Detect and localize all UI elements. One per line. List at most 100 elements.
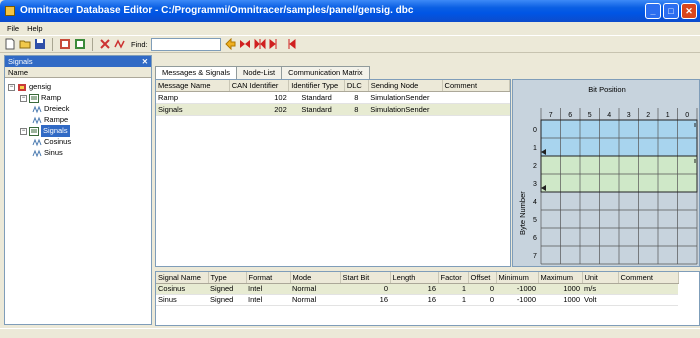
cell-start-bit[interactable]: 0	[340, 283, 390, 295]
cell-type[interactable]: Signed	[208, 294, 246, 306]
col-dlc[interactable]: DLC	[344, 80, 369, 92]
table-row[interactable]: Ramp 102 Standard 8 SimulationSender	[156, 91, 510, 104]
signal-icon	[32, 149, 42, 158]
bit-label: 6	[568, 112, 572, 119]
cell-factor[interactable]: 1	[438, 294, 468, 306]
col-mode[interactable]: Mode	[290, 272, 341, 284]
col-comment[interactable]: Comment	[442, 80, 510, 92]
toolbar-separator	[92, 37, 93, 51]
find-next-icon[interactable]	[269, 38, 281, 50]
table-row[interactable]: Cosinus Signed Intel Normal 0 16 1 0 -10…	[156, 283, 678, 295]
new-file-icon[interactable]	[4, 38, 16, 50]
cell-unit[interactable]: m/s	[582, 283, 618, 295]
cell-minimum[interactable]: -1000	[496, 294, 538, 306]
col-signal-name[interactable]: Signal Name	[156, 272, 209, 284]
cell-offset[interactable]: 0	[468, 294, 496, 306]
table-row[interactable]: Sinus Signed Intel Normal 16 16 1 0 -100…	[156, 294, 678, 306]
col-type[interactable]: Type	[208, 272, 247, 284]
cell-comment[interactable]	[442, 91, 510, 104]
close-button[interactable]: ✕	[681, 3, 697, 19]
col-start-bit[interactable]: Start Bit	[340, 272, 391, 284]
col-message-name[interactable]: Message Name	[156, 80, 230, 92]
collapse-toggle-icon[interactable]: −	[8, 83, 15, 91]
cell-length[interactable]: 16	[390, 283, 438, 295]
delete-signal-icon[interactable]	[114, 38, 126, 50]
signals-tree-pane: Signals ✕ Name − gensig − Ramp Dreieck Rampe −…	[4, 55, 152, 325]
cell-identifier-type[interactable]: Standard	[288, 91, 345, 104]
collapse-toggle-icon[interactable]: −	[20, 127, 27, 135]
pane-title: Signals	[8, 57, 33, 66]
tab-messages-signals[interactable]: Messages & Signals	[155, 66, 237, 80]
cell-unit[interactable]: Volt	[582, 294, 618, 306]
col-length[interactable]: Length	[390, 272, 439, 284]
col-unit[interactable]: Unit	[582, 272, 619, 284]
col-factor[interactable]: Factor	[438, 272, 469, 284]
toolbar-separator	[52, 37, 53, 51]
col-minimum[interactable]: Minimum	[496, 272, 539, 284]
cell-offset[interactable]: 0	[468, 283, 496, 295]
tree-column-header[interactable]: Name	[5, 67, 151, 78]
bit-label: 3	[627, 112, 631, 119]
menu-file[interactable]: File	[3, 22, 23, 35]
find-label: Find:	[131, 39, 148, 49]
cell-message-name[interactable]: Signals	[156, 103, 230, 116]
cell-can-identifier[interactable]: 102	[229, 91, 289, 104]
save-icon[interactable]	[34, 38, 46, 50]
cell-dlc[interactable]: 8	[344, 103, 369, 116]
open-folder-icon[interactable]	[19, 38, 31, 50]
cell-maximum[interactable]: 1000	[538, 294, 582, 306]
maximize-button[interactable]: □	[663, 3, 679, 19]
cell-comment[interactable]	[618, 283, 678, 295]
cell-signal-name[interactable]: Sinus	[156, 294, 208, 306]
cell-identifier-type[interactable]: Standard	[288, 103, 345, 116]
cell-length[interactable]: 16	[390, 294, 438, 306]
cell-signal-name[interactable]: Cosinus	[156, 283, 208, 295]
col-identifier-type[interactable]: Identifier Type	[288, 80, 345, 92]
col-format[interactable]: Format	[246, 272, 291, 284]
cell-format[interactable]: Intel	[246, 294, 290, 306]
cell-maximum[interactable]: 1000	[538, 283, 582, 295]
close-icon[interactable]: ✕	[142, 56, 148, 67]
cell-comment[interactable]	[618, 294, 678, 306]
col-maximum[interactable]: Maximum	[538, 272, 583, 284]
cell-comment[interactable]	[442, 103, 510, 116]
tree-item-sinus[interactable]: Sinus	[32, 147, 63, 159]
cell-sending-node[interactable]: SimulationSender	[368, 91, 443, 104]
cell-dlc[interactable]: 8	[344, 91, 369, 104]
col-offset[interactable]: Offset	[468, 272, 497, 284]
find-all-icon[interactable]	[254, 38, 266, 50]
bit-label: 0	[685, 112, 689, 119]
search-icon[interactable]	[224, 38, 236, 50]
menu-help[interactable]: Help	[23, 22, 46, 35]
cell-minimum[interactable]: -1000	[496, 283, 538, 295]
add-message-icon[interactable]	[59, 38, 71, 50]
cell-mode[interactable]: Normal	[290, 294, 340, 306]
cell-mode[interactable]: Normal	[290, 283, 340, 295]
minimize-button[interactable]: _	[645, 3, 661, 19]
bit-label: 7	[549, 112, 553, 119]
signal-icon	[32, 105, 42, 114]
title-bar: Omnitracer Database Editor - C:/Programm…	[0, 0, 700, 22]
cell-message-name[interactable]: Ramp	[156, 91, 230, 104]
table-row[interactable]: Signals 202 Standard 8 SimulationSender	[156, 103, 510, 116]
col-comment[interactable]: Comment	[618, 272, 679, 284]
add-signal-icon[interactable]	[74, 38, 86, 50]
table-header-row: Signal Name Type Format Mode Start Bit L…	[156, 272, 679, 284]
collapse-toggle-icon[interactable]: −	[20, 94, 27, 102]
cell-start-bit[interactable]: 16	[340, 294, 390, 306]
find-input[interactable]	[150, 37, 221, 51]
bit-grid[interactable]: 7 6 5 4 3 2 1 0 0 1 2 3 4 5 6 7	[513, 80, 700, 268]
cell-can-identifier[interactable]: 202	[229, 103, 289, 116]
tab-communication-matrix[interactable]: Communication Matrix	[281, 66, 370, 79]
col-can-identifier[interactable]: CAN Identifier	[229, 80, 290, 92]
tab-node-list[interactable]: Node-List	[235, 66, 283, 79]
col-sending-node[interactable]: Sending Node	[368, 80, 443, 92]
cell-format[interactable]: Intel	[246, 283, 290, 295]
tree-item-label: Sinus	[44, 148, 63, 157]
cell-factor[interactable]: 1	[438, 283, 468, 295]
find-prev-icon[interactable]	[239, 38, 251, 50]
delete-message-icon[interactable]	[99, 38, 111, 50]
find-last-icon[interactable]	[284, 38, 296, 50]
cell-type[interactable]: Signed	[208, 283, 246, 295]
cell-sending-node[interactable]: SimulationSender	[368, 103, 443, 116]
